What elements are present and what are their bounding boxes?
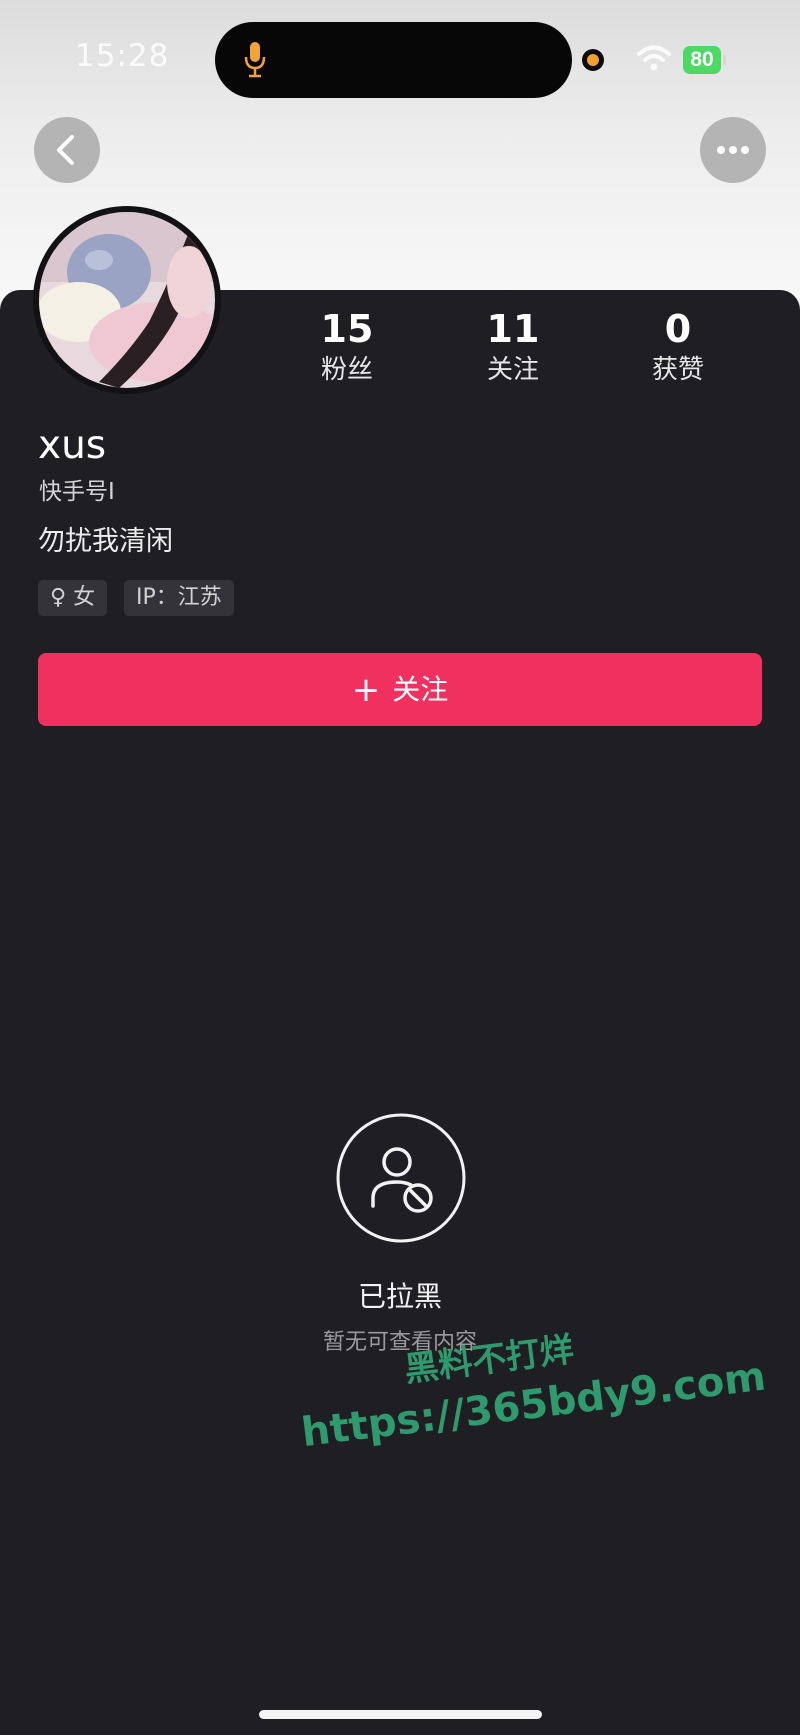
profile-bio: 勿扰我清闲 <box>38 526 173 557</box>
home-indicator[interactable] <box>259 1710 542 1719</box>
dynamic-island <box>215 22 572 98</box>
avatar-photo <box>39 212 215 388</box>
blocked-subtitle: 暂无可查看内容 <box>322 1330 477 1355</box>
username: xus <box>38 423 107 468</box>
blocked-title: 已拉黑 <box>357 1280 442 1313</box>
following-label: 关注 <box>486 355 539 385</box>
stat-followers[interactable]: 15 粉丝 <box>287 306 407 388</box>
likes-label: 获赞 <box>651 355 704 385</box>
camera-indicator-icon <box>582 49 604 71</box>
microphone-icon <box>244 42 266 78</box>
status-bar: 15:28 80 <box>0 0 800 120</box>
following-count: 11 <box>486 307 540 351</box>
battery-icon: 80 <box>683 46 726 74</box>
follow-button-label: 关注 <box>392 673 449 706</box>
followers-count: 15 <box>320 307 374 351</box>
gender-tag: ♀ 女 <box>38 580 108 616</box>
more-options-button[interactable] <box>700 117 766 183</box>
avatar[interactable] <box>33 206 221 394</box>
profile-panel <box>0 290 800 1735</box>
ellipsis-icon <box>717 146 749 154</box>
back-button[interactable] <box>34 117 100 183</box>
likes-count: 0 <box>664 307 692 351</box>
user-blocked-icon <box>336 1113 466 1243</box>
plus-icon: + <box>351 670 381 710</box>
followers-label: 粉丝 <box>320 355 373 385</box>
kuaishou-id[interactable]: 快手号Ⅰ <box>39 476 115 508</box>
stat-likes[interactable]: 0 获赞 <box>618 306 738 388</box>
stat-following[interactable]: 11 关注 <box>453 306 573 388</box>
wifi-icon <box>637 45 671 71</box>
status-time: 15:28 <box>75 38 170 74</box>
follow-button[interactable]: + 关注 <box>38 653 762 726</box>
ip-location-tag: IP：江苏 <box>124 580 234 616</box>
chevron-left-icon <box>57 135 74 165</box>
